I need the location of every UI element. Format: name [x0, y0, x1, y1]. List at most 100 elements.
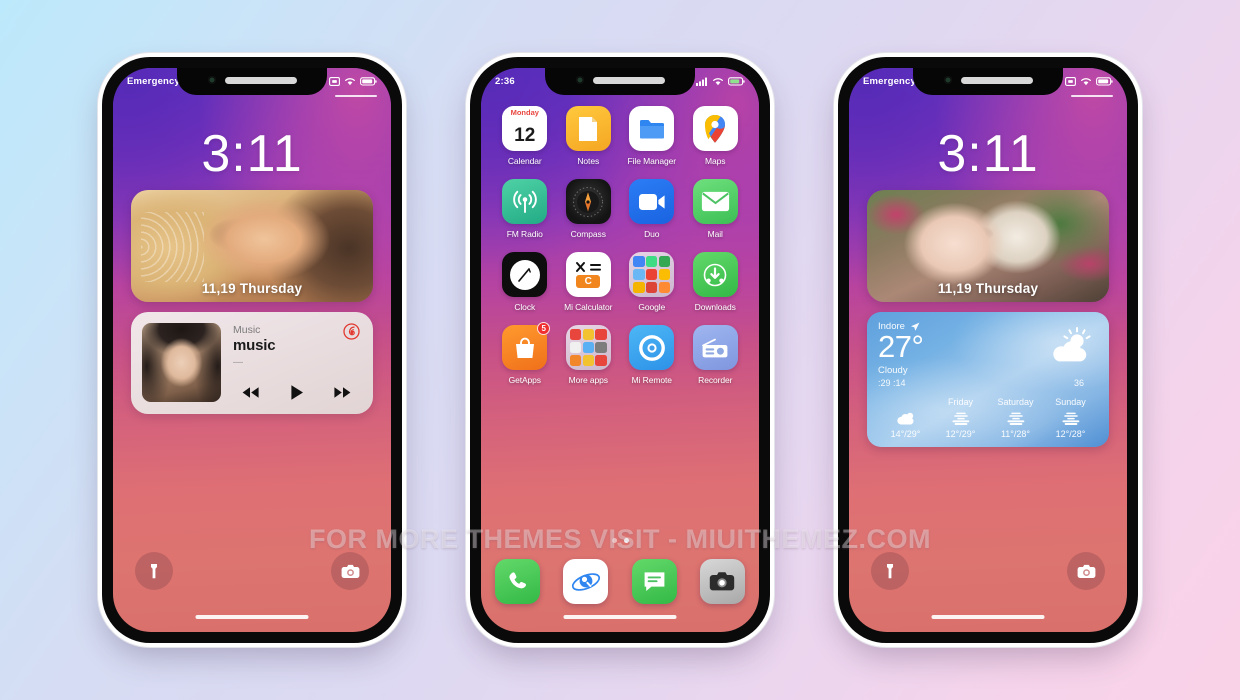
sun-behind-cloud-icon — [1053, 327, 1091, 362]
previous-track-button[interactable] — [241, 386, 260, 399]
cloud-sun-icon — [896, 412, 914, 425]
compass-icon — [565, 179, 611, 224]
photo-widget-right[interactable]: 11,19 Thursday — [867, 190, 1109, 302]
lockscreen-actions-right — [871, 552, 1105, 590]
netease-music-icon — [343, 323, 360, 340]
dock-item-browser[interactable] — [563, 559, 609, 604]
earpiece-speaker — [592, 76, 665, 84]
app-more-apps-folder[interactable]: More apps — [557, 325, 621, 385]
app-mail[interactable]: Mail — [684, 179, 748, 239]
front-camera-icon — [943, 76, 952, 84]
camera-icon — [1077, 564, 1095, 578]
location-arrow-icon — [910, 322, 920, 331]
flashlight-button[interactable] — [135, 552, 173, 590]
weather-widget[interactable]: Indore 27° Cloudy :29 :14 36 14°/29° Fri… — [867, 312, 1109, 447]
haze-icon — [1006, 412, 1024, 425]
forecast-range: 11°/28° — [1000, 429, 1031, 439]
app-grid: Monday 12 Calendar Notes File Manager Ma… — [493, 106, 747, 385]
app-notes[interactable]: Notes — [557, 106, 621, 166]
weather-forecast: 14°/29° Friday 12°/29° Saturday 11°/28° … — [878, 397, 1098, 439]
app-recorder[interactable]: Recorder — [684, 325, 748, 385]
phone-icon — [508, 571, 526, 588]
status-icons-center — [696, 77, 745, 86]
music-track-artist: — — [233, 356, 243, 368]
app-label: Mi Calculator — [564, 302, 613, 312]
app-file-manager[interactable]: File Manager — [620, 106, 684, 166]
home-indicator-right[interactable] — [931, 615, 1045, 619]
flashlight-button[interactable] — [871, 552, 909, 590]
notch-left — [177, 68, 327, 95]
play-button[interactable] — [289, 384, 305, 401]
app-label: Clock — [514, 302, 536, 312]
app-getapps[interactable]: 5 GetApps — [493, 322, 557, 385]
calculator-icon: C — [565, 252, 611, 297]
earpiece-speaker — [224, 76, 297, 84]
weather-metric-right: 36 — [1073, 377, 1084, 388]
google-folder-icon — [629, 252, 675, 297]
page-dot-1[interactable] — [611, 538, 617, 543]
music-widget[interactable]: Music music — — [131, 312, 373, 414]
dock-item-phone[interactable] — [495, 559, 540, 604]
app-label: Mail — [707, 229, 723, 239]
app-fm-radio[interactable]: FM Radio — [493, 179, 557, 239]
forecast-range: 14°/29° — [890, 429, 921, 439]
dock-item-camera[interactable] — [699, 559, 745, 604]
calendar-icon: Monday 12 — [502, 106, 548, 151]
notch-right — [913, 68, 1063, 95]
camera-button[interactable] — [331, 552, 369, 590]
dock — [495, 559, 745, 604]
app-duo[interactable]: Duo — [620, 179, 684, 239]
messages-icon — [644, 572, 665, 591]
weather-metrics: :29 :14 36 — [878, 378, 1098, 388]
dock-item-messages[interactable] — [631, 559, 677, 604]
mail-icon — [692, 179, 738, 224]
recorder-icon — [692, 325, 738, 370]
maps-icon — [692, 106, 738, 151]
earpiece-speaker — [960, 76, 1033, 84]
front-camera-icon — [207, 76, 216, 84]
camera-icon — [710, 572, 735, 591]
forecast-day: Sunday — [1055, 397, 1086, 407]
camera-button[interactable] — [1067, 552, 1105, 590]
page-indicator — [481, 538, 759, 543]
haze-icon — [951, 412, 969, 425]
home-indicator-left[interactable] — [195, 615, 309, 619]
app-maps[interactable]: Maps — [684, 106, 748, 166]
weather-metric-left: :29 :14 — [878, 377, 906, 388]
weather-city-label: Indore — [878, 321, 905, 332]
app-label: Compass — [570, 229, 606, 239]
app-downloads[interactable]: Downloads — [684, 252, 748, 312]
wifi-icon — [345, 78, 355, 86]
app-label: Mi Remote — [631, 375, 672, 385]
app-label: Recorder — [698, 375, 733, 385]
duo-icon — [629, 179, 675, 224]
lockscreen-clock-left: 3:11 — [201, 125, 303, 183]
getapps-badge: 5 — [537, 322, 551, 335]
page-dot-2[interactable] — [623, 538, 629, 543]
phone-mockups-row: Emergency c. 3:11 11,19 Thursday Music m… — [0, 0, 1240, 700]
forecast-day: Saturday — [997, 397, 1034, 407]
forecast-day: Friday — [947, 397, 973, 407]
app-calendar[interactable]: Monday 12 Calendar — [493, 106, 557, 166]
app-google-folder[interactable]: Google — [620, 252, 684, 312]
notes-icon — [565, 106, 611, 151]
app-mi-calculator[interactable]: C Mi Calculator — [557, 252, 621, 312]
screen-right: Emergency c. 3:11 11,19 Thursday Indore … — [849, 68, 1127, 632]
forecast-column: Saturday 11°/28° — [988, 397, 1043, 439]
photo-widget-date: 11,19 Thursday — [201, 281, 303, 296]
calendar-day-number: 12 — [514, 124, 536, 146]
flashlight-icon — [151, 563, 157, 578]
file-manager-icon — [629, 106, 675, 151]
app-label: Duo — [644, 229, 660, 239]
wifi-icon — [1081, 78, 1091, 86]
next-track-button[interactable] — [333, 386, 352, 399]
photo-widget-left[interactable]: 11,19 Thursday — [131, 190, 373, 302]
app-compass[interactable]: Compass — [557, 179, 621, 239]
haze-icon — [1061, 412, 1079, 425]
battery-icon — [728, 77, 745, 86]
app-label: FM Radio — [506, 229, 543, 239]
app-clock[interactable]: Clock — [493, 252, 557, 312]
flashlight-icon — [887, 563, 893, 578]
app-mi-remote[interactable]: Mi Remote — [620, 325, 684, 385]
home-indicator-center[interactable] — [563, 615, 677, 619]
